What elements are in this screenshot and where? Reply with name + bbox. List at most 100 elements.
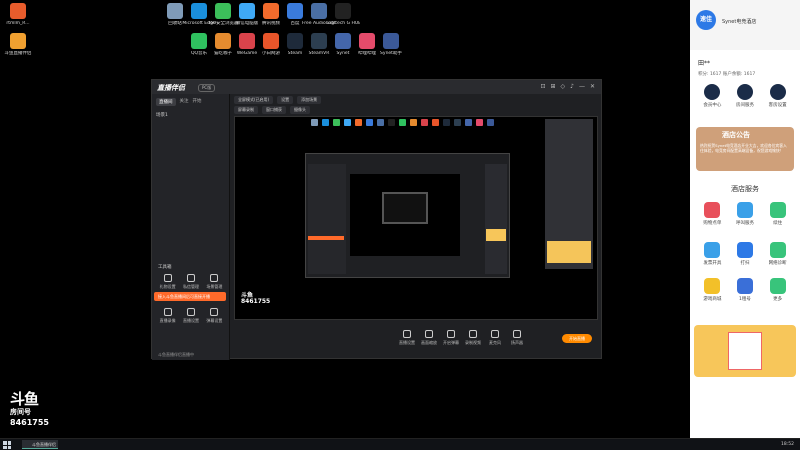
service-row-1: 购物点单 呼叫服务 续住: [696, 202, 794, 226]
app-logo: 直播伴侣: [157, 84, 185, 92]
control-icon[interactable]: ⊡: [540, 83, 545, 90]
close-icon[interactable]: ✕: [590, 83, 595, 90]
panel-service-item[interactable]: 更多: [761, 278, 794, 302]
notice-title: 酒店公告: [722, 131, 750, 139]
app-icon: [335, 33, 351, 49]
connect-banner[interactable]: 接入斗鱼直播间后可直接开播: [154, 292, 226, 301]
preview-desktop-icons: [311, 119, 494, 126]
qr-code: [728, 332, 762, 370]
panel-service-item[interactable]: 游戏商城: [696, 278, 729, 302]
app-icon: [287, 33, 303, 49]
service-title: 酒店服务: [731, 185, 759, 193]
nested-inner-frame: [382, 192, 428, 224]
nested-inner-preview: [350, 174, 460, 256]
panel-service-item[interactable]: 网络诊断: [761, 242, 794, 266]
taskbar-item-douyu[interactable]: 斗鱼直播伴侣: [22, 440, 58, 449]
panel-service-item[interactable]: 呼叫服务: [729, 202, 762, 226]
toolbox-label: 工具箱: [158, 265, 172, 270]
minimize-icon[interactable]: —: [579, 83, 585, 90]
panel-service-item[interactable]: 会员中心: [696, 84, 729, 108]
mini-app-icon: [443, 119, 450, 126]
mini-app-icon: [476, 119, 483, 126]
app-icon: [239, 3, 255, 19]
panel-service-item[interactable]: 1租号: [729, 278, 762, 302]
panel-service-item[interactable]: 购物点单: [696, 202, 729, 226]
toolbar-pill[interactable]: 摄像头: [290, 106, 310, 114]
panel-header: 速佳 Synet电竞酒店: [690, 0, 800, 50]
service-icon: [769, 84, 786, 100]
service-icon: [736, 278, 753, 294]
watermark-logo: 斗鱼: [10, 390, 39, 408]
notice-body: 热烈祝贺Synet电竞酒店开业大吉，欢迎各位宾客入住体验，电竞房间配置高端设备，…: [700, 143, 787, 153]
preview-gold-banner: [547, 241, 591, 263]
start-live-button[interactable]: 开始直播: [562, 334, 592, 343]
stream-preview[interactable]: 斗鱼 8461755: [234, 116, 598, 320]
tool-scene[interactable]: 场景管理: [203, 274, 226, 290]
mini-app-icon: [410, 119, 417, 126]
watermark-room-number: 8461755: [10, 418, 49, 427]
tool-grid: 礼物设置 私信管理 场景管理: [156, 274, 226, 290]
tab-follow[interactable]: 关注: [180, 98, 189, 106]
service-icon: [769, 278, 786, 294]
stream-app-window[interactable]: 直播伴侣 PC版 ⊡ ⊞ ◇ ♪ — ✕ 直播间 关注 开始 场景1 工具箱 接…: [151, 79, 602, 360]
promo-banner[interactable]: [694, 325, 796, 377]
tool-gift[interactable]: 礼物设置: [156, 274, 179, 290]
app-icon: [215, 33, 231, 49]
service-icon: [704, 278, 721, 294]
tool-settings[interactable]: 直播设置: [179, 308, 202, 324]
nested-orange-bar: [308, 236, 344, 240]
panel-service-item[interactable]: 续住: [761, 202, 794, 226]
control-icon[interactable]: ◇: [561, 83, 566, 90]
panel-service-item[interactable]: 发票开具: [696, 242, 729, 266]
tool-message[interactable]: 私信管理: [179, 274, 202, 290]
service-icon: [769, 202, 786, 218]
user-stats: 积分: 1617 账户余额: 1617: [698, 72, 756, 77]
panel-service-item[interactable]: 客房设置: [761, 84, 794, 108]
status-text: 斗鱼直播伴侣直播中: [158, 352, 194, 357]
mini-app-icon: [399, 119, 406, 126]
tab-live[interactable]: 直播间: [156, 98, 176, 106]
tool-danmaku[interactable]: 弹幕设置: [203, 308, 226, 324]
version-badge: PC版: [198, 84, 216, 92]
tool-record[interactable]: 直播录像: [156, 308, 179, 324]
app-icon: [263, 3, 279, 19]
member-row: 会员中心 房间服务 客房设置: [696, 84, 794, 108]
bottom-controls: 开始直播 直播设置 画面缩放 开启弹幕 录制视频 麦克风 扬声器: [234, 324, 598, 356]
toolbar-pill[interactable]: 窗口捕获: [262, 106, 286, 114]
windows-start-icon[interactable]: [3, 441, 11, 449]
nested-right-panel: [485, 164, 507, 274]
service-row-2: 发票开具 打扫 网络诊断: [696, 242, 794, 266]
desktop-icon-file[interactable]: rtmlm_R...: [1, 3, 35, 26]
panel-service-item[interactable]: 房间服务: [729, 84, 762, 108]
gift-icon: [163, 274, 172, 282]
mini-app-icon: [432, 119, 439, 126]
desktop-icon[interactable]: Logitech G HUB: [326, 3, 360, 26]
toolbar-pill[interactable]: 屏幕录制: [234, 106, 258, 114]
toolbar-pill[interactable]: 全屏模式(已启用): [234, 96, 274, 104]
mini-app-icon: [465, 119, 472, 126]
tab-start[interactable]: 开始: [193, 98, 202, 106]
mini-app-icon: [311, 119, 318, 126]
nested-preview-window: [305, 153, 510, 278]
app-sidebar: 直播间 关注 开始 场景1 工具箱 接入斗鱼直播间后可直接开播 礼物设置 私信管…: [152, 94, 230, 360]
desktop-icon-douyu[interactable]: 斗鱼直播伴侣: [1, 33, 35, 56]
mini-app-icon: [333, 119, 340, 126]
toolbar-pill[interactable]: 设置: [277, 96, 294, 104]
hotel-notice[interactable]: 酒店公告 热烈祝贺Synet电竞酒店开业大吉，欢迎各位宾客入住体验，电竞房间配置…: [696, 127, 794, 171]
tool-icon: [491, 330, 499, 338]
tool-icon: [425, 330, 433, 338]
desktop-icon[interactable]: Synet助手: [374, 33, 408, 56]
app-icon: [239, 33, 255, 49]
bottom-tool[interactable]: 扬声器: [504, 330, 530, 346]
control-icon[interactable]: ♪: [570, 83, 574, 90]
mini-app-icon: [355, 119, 362, 126]
app-titlebar[interactable]: 直播伴侣 PC版 ⊡ ⊞ ◇ ♪ — ✕: [152, 80, 601, 94]
scene-item[interactable]: 场景1: [152, 110, 229, 120]
panel-service-item[interactable]: 打扫: [729, 242, 762, 266]
toolbar-pill[interactable]: 添加场景: [297, 96, 322, 104]
tool-grid-2: 直播录像 直播设置 弹幕设置: [156, 308, 226, 324]
clock: 18:52: [781, 442, 794, 447]
control-icon[interactable]: ⊞: [550, 83, 555, 90]
douyu-watermark: 斗鱼 房间号 8461755: [10, 390, 60, 428]
app-icon: [335, 3, 351, 19]
